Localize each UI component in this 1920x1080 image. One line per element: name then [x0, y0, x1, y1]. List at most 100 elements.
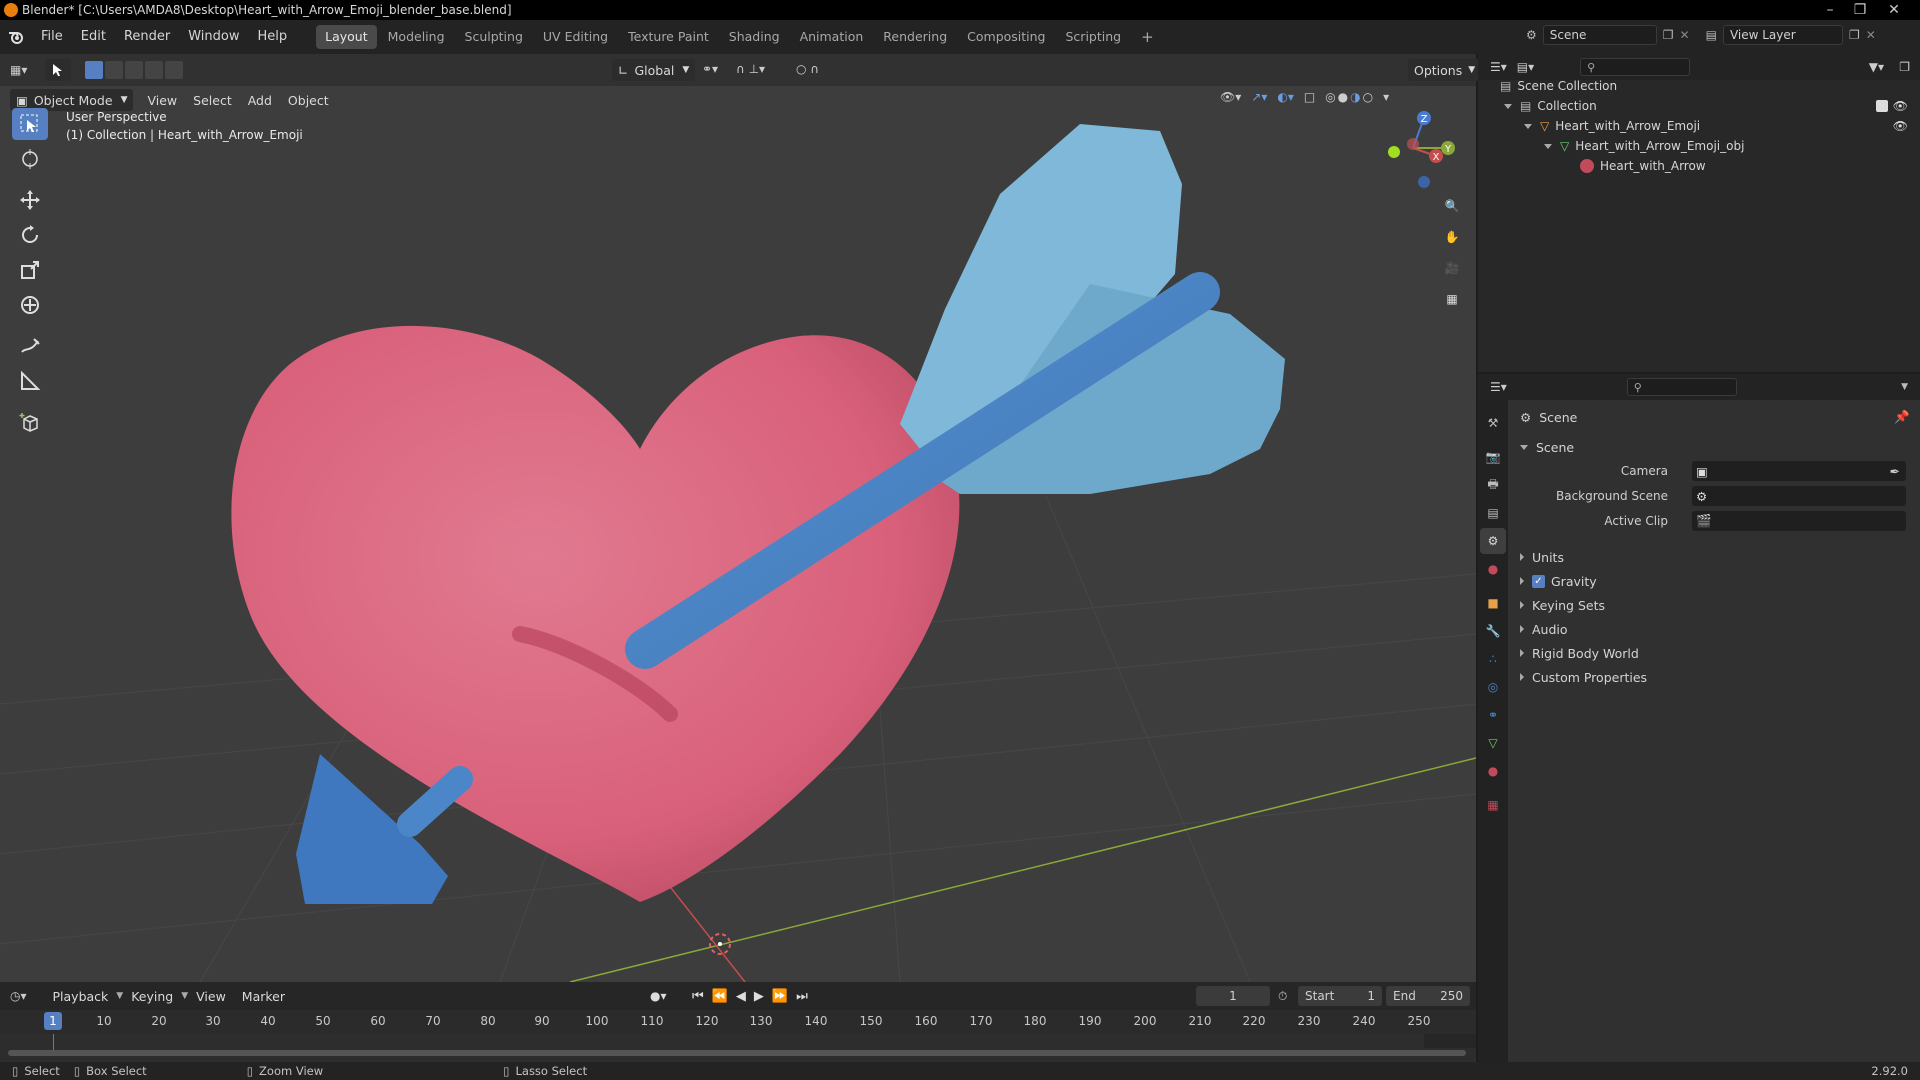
perspective-grid-icon[interactable]: ▦: [1438, 285, 1466, 313]
start-frame-field[interactable]: Start 1: [1298, 986, 1382, 1006]
menu-help[interactable]: Help: [249, 20, 297, 54]
select-subtract-icon[interactable]: [125, 61, 144, 79]
next-keyframe-icon[interactable]: ⏩: [772, 989, 788, 1004]
rendered-shading-icon[interactable]: ○: [1363, 90, 1373, 104]
end-frame-field[interactable]: End 250: [1386, 986, 1470, 1006]
menu-object[interactable]: Object: [280, 93, 337, 108]
eye-icon[interactable]: 👁: [1893, 119, 1908, 133]
menu-file[interactable]: File: [32, 20, 72, 54]
current-frame-field[interactable]: 1: [1196, 986, 1270, 1006]
select-new-icon[interactable]: [85, 61, 104, 79]
tab-scripting[interactable]: Scripting: [1057, 25, 1131, 49]
rigid-body-world-panel[interactable]: Rigid Body World: [1520, 642, 1916, 664]
measure-tool[interactable]: [12, 365, 48, 397]
outliner-object[interactable]: ▽ Heart_with_Arrow_Emoji 👁: [1524, 116, 1914, 136]
camera-field[interactable]: ▣ ✒: [1692, 461, 1906, 481]
tool-tab-icon[interactable]: ⚒: [1480, 410, 1506, 436]
select-intersect-icon[interactable]: [165, 61, 184, 79]
menu-keying[interactable]: Keying: [123, 989, 181, 1004]
xray-icon[interactable]: □: [1304, 90, 1315, 104]
zoom-icon[interactable]: 🔍: [1438, 192, 1466, 220]
custom-properties-panel[interactable]: Custom Properties: [1520, 666, 1916, 688]
overlay-toggle-icon[interactable]: ◐▾: [1277, 90, 1294, 104]
material-shading-icon[interactable]: ◑: [1350, 90, 1360, 104]
tab-rendering[interactable]: Rendering: [874, 25, 956, 49]
eyedropper-icon[interactable]: ✒: [1890, 464, 1900, 479]
menu-view[interactable]: View: [139, 93, 185, 108]
tab-shading[interactable]: Shading: [720, 25, 789, 49]
proportional-edit-icon[interactable]: ○ ∩: [796, 62, 819, 76]
gravity-panel[interactable]: ✓ Gravity: [1520, 570, 1916, 592]
audio-panel[interactable]: Audio: [1520, 618, 1916, 640]
minimize-icon[interactable]: –: [1816, 0, 1844, 20]
expand-icon[interactable]: [1504, 103, 1512, 109]
scene-name-field[interactable]: Scene: [1542, 25, 1657, 45]
shading-options-icon[interactable]: ▾: [1383, 90, 1389, 104]
menu-marker[interactable]: Marker: [234, 989, 293, 1004]
menu-render[interactable]: Render: [115, 20, 179, 54]
output-tab-icon[interactable]: 🖶: [1480, 472, 1506, 498]
jump-start-icon[interactable]: ⏮: [692, 989, 704, 1004]
menu-select[interactable]: Select: [185, 93, 240, 108]
texture-tab-icon[interactable]: ▦: [1480, 792, 1506, 818]
eye-icon[interactable]: 👁: [1893, 99, 1908, 113]
record-icon[interactable]: ●▾: [650, 989, 667, 1003]
exclude-checkbox[interactable]: [1876, 100, 1888, 112]
delete-scene-icon[interactable]: ✕: [1680, 28, 1690, 42]
select-extend-icon[interactable]: [105, 61, 124, 79]
tab-animation[interactable]: Animation: [791, 25, 873, 49]
view-layer-field[interactable]: View Layer: [1722, 25, 1843, 45]
outliner-material[interactable]: Heart_with_Arrow: [1580, 156, 1706, 176]
play-reverse-icon[interactable]: ◀: [736, 989, 746, 1004]
outliner-collection[interactable]: ▤ Collection 👁: [1504, 96, 1914, 116]
menu-playback[interactable]: Playback: [45, 989, 117, 1004]
stopwatch-icon[interactable]: ⏱: [1278, 989, 1287, 1004]
scene-tab-icon[interactable]: ⚙: [1480, 528, 1506, 554]
menu-add[interactable]: Add: [240, 93, 280, 108]
outliner-editor-type-icon[interactable]: ☰▾: [1490, 60, 1507, 74]
timeline-editor-type-icon[interactable]: ◷▾: [10, 989, 27, 1003]
add-cube-tool[interactable]: [12, 406, 48, 438]
annotate-tool[interactable]: [12, 330, 48, 362]
menu-timeline-view[interactable]: View: [188, 989, 234, 1004]
wireframe-shading-icon[interactable]: ◎: [1325, 90, 1335, 104]
options-dropdown[interactable]: Options ▼: [1408, 59, 1482, 81]
properties-search-input[interactable]: ⚲: [1626, 378, 1737, 396]
tab-sculpting[interactable]: Sculpting: [456, 25, 532, 49]
close-icon[interactable]: ✕: [1880, 0, 1908, 20]
menu-window[interactable]: Window: [179, 20, 248, 54]
new-scene-icon[interactable]: ❐: [1663, 28, 1674, 42]
jump-end-icon[interactable]: ⏭: [796, 989, 808, 1004]
outliner-mesh[interactable]: ▽ Heart_with_Arrow_Emoji_obj: [1544, 136, 1744, 156]
restore-icon[interactable]: ❐: [1846, 0, 1874, 20]
active-clip-field[interactable]: 🎬: [1692, 511, 1906, 531]
transform-orientation-dropdown[interactable]: ∟ Global ▼: [612, 59, 696, 81]
pin-icon[interactable]: 📌: [1894, 409, 1910, 425]
timeline-scrollbar[interactable]: [8, 1050, 1466, 1056]
particles-tab-icon[interactable]: ∴: [1480, 646, 1506, 672]
expand-icon[interactable]: [1544, 143, 1552, 149]
select-box-tool[interactable]: [12, 108, 48, 140]
gravity-checkbox[interactable]: ✓: [1532, 574, 1545, 588]
properties-editor-type-icon[interactable]: ☰▾: [1490, 380, 1507, 394]
visibility-icon[interactable]: 👁▾: [1220, 90, 1241, 104]
blender-menu-icon[interactable]: [0, 29, 32, 45]
material-tab-icon[interactable]: ●: [1480, 758, 1506, 784]
navigation-gizmo[interactable]: Z Y X: [1376, 108, 1466, 192]
rotate-tool[interactable]: [12, 219, 48, 251]
constraints-tab-icon[interactable]: ⚭: [1480, 702, 1506, 728]
filter-icon[interactable]: ▼▾: [1869, 60, 1884, 74]
select-difference-icon[interactable]: [145, 61, 164, 79]
new-view-layer-icon[interactable]: ❐: [1849, 28, 1860, 42]
scene-panel-header[interactable]: Scene: [1520, 436, 1916, 458]
menu-edit[interactable]: Edit: [72, 20, 115, 54]
select-tool-icon[interactable]: [45, 59, 72, 81]
transform-tool[interactable]: [12, 289, 48, 321]
delete-view-layer-icon[interactable]: ✕: [1866, 28, 1876, 42]
tab-texture-paint[interactable]: Texture Paint: [619, 25, 718, 49]
editor-type-icon[interactable]: ▦▾: [10, 63, 27, 77]
move-tool[interactable]: [12, 184, 48, 216]
solid-shading-icon[interactable]: ●: [1338, 90, 1348, 104]
display-mode-icon[interactable]: ▤▾: [1517, 60, 1534, 74]
tab-compositing[interactable]: Compositing: [958, 25, 1054, 49]
